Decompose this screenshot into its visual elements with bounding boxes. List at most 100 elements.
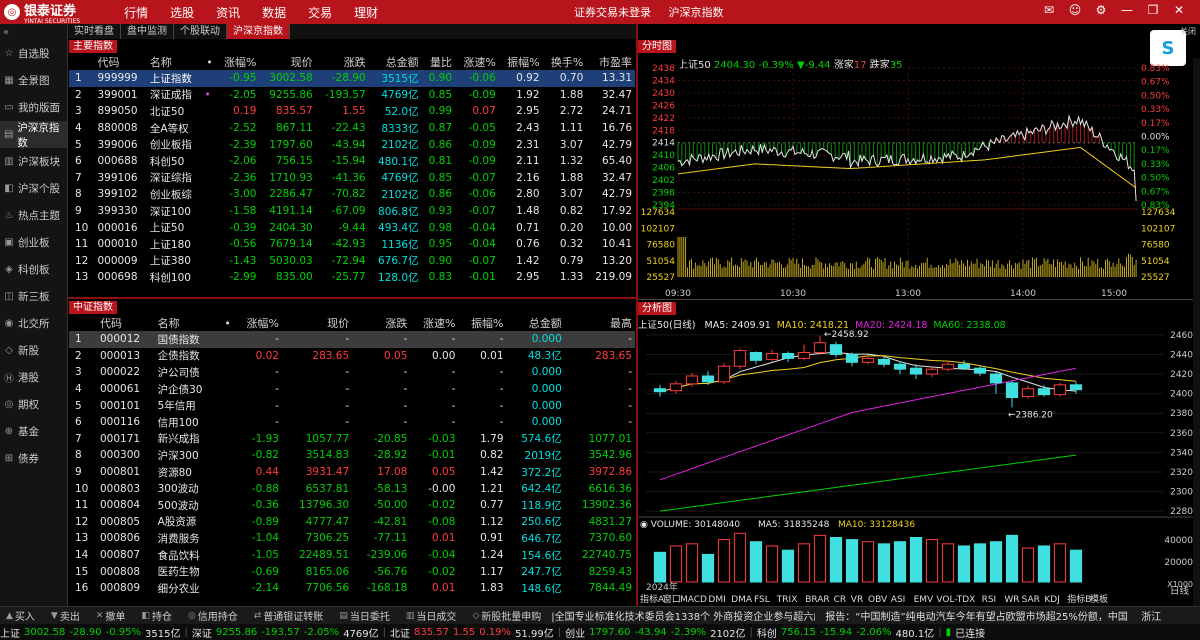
- transfer-button[interactable]: ⇄ 普通银证转账: [248, 608, 324, 624]
- gear-icon[interactable]: ⚙: [1088, 3, 1114, 17]
- table-row[interactable]: 15 000808 医药生物 -0.69 8165.06 -56.76 -0.02 1.17 2…: [69, 563, 635, 580]
- col-header[interactable]: 总金额: [369, 54, 422, 70]
- table-row[interactable]: 6 000688 科创50 -2.06 756.15 -15.94 480.1亿 0.81 -0…: [69, 153, 635, 170]
- col-header[interactable]: 振幅%: [499, 54, 543, 70]
- intraday-chart[interactable]: 2438 2434 2430 2426 2422 2418 2414 2410 2406 2402…: [638, 64, 1193, 300]
- table-row[interactable]: 8 000300 沪深300 -0.82 3514.83 -28.92 -0.01 0.82 2…: [69, 447, 635, 464]
- table-row[interactable]: 3 000022 沪公司债 - - - - - 0.000 -: [69, 364, 635, 381]
- table-row[interactable]: 9 000801 资源80 0.44 3931.47 17.08 0.05 1.42 372.2…: [69, 464, 635, 481]
- table-row[interactable]: 12 000009 上证380 -1.43 5030.03 -72.94 676.7亿 0.9…: [69, 253, 635, 270]
- table-row[interactable]: 13 000698 科创100 -2.99 835.00 -25.77 128.0亿 0.83…: [69, 269, 635, 286]
- table-row[interactable]: 4 000061 沪企债30 - - - - - 0.000 -: [69, 381, 635, 398]
- sidebar-item[interactable]: ☆ 自选股: [0, 40, 67, 67]
- position-button[interactable]: ◧ 持仓: [135, 608, 172, 624]
- period-label[interactable]: 日线: [1170, 583, 1189, 597]
- table-row[interactable]: 6 000116 信用100 - - - - - 0.000 -: [69, 414, 635, 431]
- sidebar-item[interactable]: ⊕ 基金: [0, 418, 67, 445]
- subtab[interactable]: 盘中监测: [121, 24, 174, 39]
- col-header[interactable]: 量比: [422, 54, 455, 70]
- col-header[interactable]: 现价: [259, 54, 315, 70]
- nav-item[interactable]: 资讯: [216, 4, 240, 21]
- buy-button[interactable]: ▲ 买入: [0, 608, 35, 624]
- sidebar-item[interactable]: ▣ 创业板: [0, 229, 67, 256]
- close-label[interactable]: 关闭: [1180, 26, 1196, 37]
- subtab[interactable]: 实时看盘: [68, 24, 121, 39]
- right-scrollbar[interactable]: [1193, 58, 1200, 608]
- sidebar-item[interactable]: ♨ 热点主题: [0, 202, 67, 229]
- table-row[interactable]: 1 999999 上证指数 -0.95 3002.58 -28.90 3515亿 0.90 -0…: [69, 70, 635, 87]
- table-row[interactable]: 12 000805 A股资源 -0.89 4777.47 -42.81 -0.08 1.12 2…: [69, 514, 635, 531]
- subtab-active[interactable]: 沪深京指数: [227, 24, 290, 39]
- col-header[interactable]: 最高: [565, 315, 635, 331]
- col-header[interactable]: 名称: [155, 315, 219, 331]
- col-header[interactable]: •: [218, 315, 234, 331]
- sidebar-item[interactable]: ◉ 北交所: [0, 310, 67, 337]
- col-header[interactable]: 涨跌: [316, 54, 369, 70]
- sidebar-item[interactable]: ◫ 新三板: [0, 283, 67, 310]
- subtab[interactable]: 个股联动: [174, 24, 227, 39]
- table-row[interactable]: 11 000010 上证180 -0.56 7679.14 -42.93 1136亿 0.95…: [69, 236, 635, 253]
- sidebar-item[interactable]: ◇ 新股: [0, 337, 67, 364]
- sidebar-item[interactable]: ◈ 科创板: [0, 256, 67, 283]
- col-header[interactable]: 涨跌: [352, 315, 410, 331]
- table-row[interactable]: 5 399006 创业板指 -2.39 1797.60 -43.94 2102亿 0.86 -0…: [69, 136, 635, 153]
- report-ticker[interactable]: 报告：“中国制造”纯电动汽车今年有望占欧盟市场超25%份额，中国: [825, 608, 1137, 623]
- cancel-order-button[interactable]: ✕ 撤单: [90, 608, 126, 624]
- sidebar-item[interactable]: ▦ 全景图: [0, 67, 67, 94]
- col-header[interactable]: 换手%: [543, 54, 587, 70]
- col-header[interactable]: 名称: [147, 54, 202, 70]
- today-orders-button[interactable]: ▤ 当日委托: [333, 608, 390, 624]
- col-header[interactable]: 涨速%: [455, 54, 499, 70]
- table-row[interactable]: 10 000803 300波动 -0.88 6537.81 -58.13 -0.00 1.21…: [69, 480, 635, 497]
- close-icon[interactable]: ✕: [1166, 3, 1192, 17]
- sidebar-item[interactable]: ◧ 沪深个股: [0, 175, 67, 202]
- sidebar-item[interactable]: ⊞ 债券: [0, 445, 67, 472]
- sidebar-item[interactable]: ◎ 期权: [0, 391, 67, 418]
- table-row[interactable]: 11 000804 500波动 -0.36 13796.30 -50.00 -0.02 0.7…: [69, 497, 635, 514]
- restore-icon[interactable]: ❐: [1140, 3, 1166, 17]
- nav-item[interactable]: 交易: [308, 4, 332, 21]
- table-row[interactable]: 7 000171 新兴成指 -1.93 1057.77 -20.85 -0.03 1.79 57…: [69, 431, 635, 448]
- table-row[interactable]: 5 000101 5年信用 - - - - - 0.000 -: [69, 397, 635, 414]
- col-header[interactable]: 振幅%: [458, 315, 506, 331]
- nav-item[interactable]: 数据: [262, 4, 286, 21]
- nav-item[interactable]: 行情: [124, 4, 148, 21]
- nav-item[interactable]: 理财: [354, 4, 378, 21]
- login-status[interactable]: 证券交易未登录: [574, 6, 651, 19]
- table-row[interactable]: 1 000012 国债指数 - - - - -0.000-: [69, 331, 635, 348]
- user-icon[interactable]: ☺: [1062, 3, 1088, 17]
- col-header[interactable]: 代码: [97, 315, 155, 331]
- col-header[interactable]: 总金额: [507, 315, 565, 331]
- message-icon[interactable]: ✉: [1036, 3, 1062, 17]
- table-row[interactable]: 16 000809 细分农业 -2.14 7706.56 -168.18 0.01 1.83 1…: [69, 580, 635, 597]
- col-header[interactable]: 涨速%: [410, 315, 458, 331]
- sell-button[interactable]: ▼ 卖出: [45, 608, 80, 624]
- table-row[interactable]: 9 399330 深证100 -1.58 4191.14 -67.09 806.8亿 0.93…: [69, 203, 635, 220]
- region-tab[interactable]: 浙江: [1141, 608, 1161, 623]
- table-row[interactable]: 14 000807 食品饮料 -1.05 22489.51 -239.06 -0.04 1.2…: [69, 547, 635, 564]
- news-ticker[interactable]: |全国专业标准化技术委员会1338个 外商投资企业参与超六成: [551, 608, 815, 623]
- table-row[interactable]: 2 000013 企债指数 0.02 283.65 0.05 0.00 0.01 48.3亿 28…: [69, 348, 635, 365]
- col-header[interactable]: 现价: [282, 315, 352, 331]
- table-row[interactable]: 13 000806 消费服务 -1.04 7306.25 -77.11 0.01 0.91 64…: [69, 530, 635, 547]
- ipo-button[interactable]: ◇ 新股批量申购: [466, 608, 541, 624]
- sidebar-item[interactable]: Ⓗ 港股: [0, 364, 67, 391]
- col-header[interactable]: 涨幅%: [216, 54, 260, 70]
- nav-item[interactable]: 选股: [170, 4, 194, 21]
- col-header[interactable]: 代码: [94, 54, 146, 70]
- sidebar-item[interactable]: ▭ 我的版面: [0, 94, 67, 121]
- col-header[interactable]: •: [202, 54, 216, 70]
- table-row[interactable]: 8 399102 创业板综 -3.00 2286.47 -70.82 2102亿 0.86 -0…: [69, 186, 635, 203]
- table-row[interactable]: 4 880008 全A等权 -2.52 867.11 -22.43 8333亿 0.87 -0.…: [69, 120, 635, 137]
- sidebar-item[interactable]: ▥ 沪深板块: [0, 148, 67, 175]
- table-row[interactable]: 7 399106 深证综指 -2.36 1710.93 -41.36 4769亿 0.85 -0…: [69, 170, 635, 187]
- minimize-icon[interactable]: —: [1114, 3, 1140, 17]
- sidebar-collapse-icon[interactable]: «: [0, 24, 67, 40]
- today-trades-button[interactable]: ▥ 当日成交: [400, 608, 457, 624]
- table-row[interactable]: 2 399001 深证成指 • -2.05 9255.86 -193.57 4769亿 0.85…: [69, 87, 635, 104]
- table-row[interactable]: 10 000016 上证50 -0.39 2404.30 -9.44 493.4亿 0.98 -…: [69, 219, 635, 236]
- table-row[interactable]: 3 899050 北证50 0.19 835.57 1.55 52.0亿 0.99 0.07 2.…: [69, 103, 635, 120]
- kline-chart[interactable]: 2460 2440 2420 2400 2380 2360 2340 2320 2300 2280…: [638, 326, 1193, 608]
- sidebar-item[interactable]: ▤ 沪深京指数: [0, 121, 67, 149]
- col-header[interactable]: 涨幅%: [234, 315, 282, 331]
